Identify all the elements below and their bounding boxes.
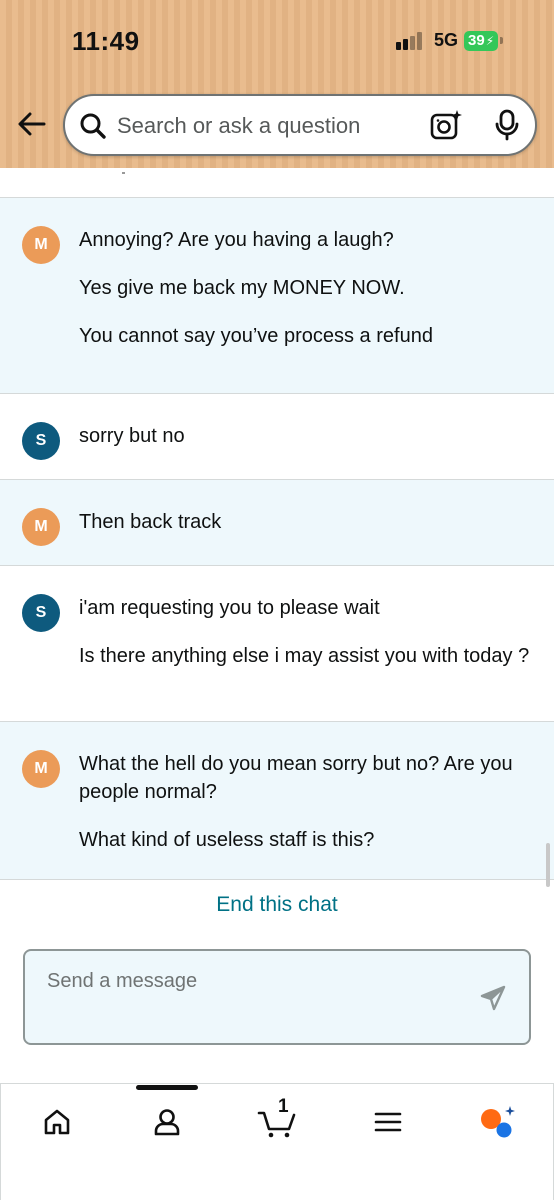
customer-message: M Then back track bbox=[0, 480, 554, 566]
agent-message: S sorry but no bbox=[0, 394, 554, 480]
cart-icon bbox=[257, 1111, 296, 1138]
search-bar[interactable] bbox=[63, 94, 537, 156]
hamburger-menu-icon bbox=[374, 1112, 402, 1132]
search-input[interactable] bbox=[117, 110, 417, 142]
battery-level: 39 bbox=[468, 32, 485, 49]
status-time: 11:49 bbox=[72, 26, 140, 56]
nav-home[interactable] bbox=[37, 1102, 77, 1142]
message-body: Then back track bbox=[79, 508, 530, 565]
nav-menu[interactable] bbox=[368, 1102, 408, 1142]
network-type: 5G bbox=[434, 30, 459, 50]
home-icon bbox=[44, 1109, 70, 1135]
message-input[interactable] bbox=[47, 967, 467, 995]
status-indicators: 5G 39 ⚡ bbox=[396, 30, 504, 51]
person-icon bbox=[154, 1109, 180, 1136]
message-body: What the hell do you mean sorry but no? … bbox=[79, 750, 530, 879]
app-header: 11:49 5G 39 ⚡ bbox=[0, 0, 554, 168]
message-text: What kind of useless staff is this? bbox=[79, 829, 375, 851]
battery-cap bbox=[500, 37, 504, 44]
message-text: sorry but no bbox=[79, 425, 185, 447]
microphone-icon[interactable] bbox=[493, 109, 521, 141]
message-text: Is there anything else i may assist you … bbox=[79, 645, 530, 667]
message-body: sorry but no bbox=[79, 422, 530, 479]
message-text: Then back track bbox=[79, 511, 222, 533]
message-text: Yes give me back my MONEY NOW. bbox=[79, 277, 405, 299]
bottom-nav: 1 bbox=[0, 1083, 554, 1200]
agent-avatar: S bbox=[22, 594, 60, 632]
nav-cart[interactable]: 1 bbox=[257, 1096, 297, 1142]
message-text: i'am requesting you to please wait bbox=[79, 597, 380, 619]
camera-lens-icon[interactable] bbox=[429, 108, 463, 142]
message-composer[interactable] bbox=[23, 949, 531, 1045]
send-icon[interactable] bbox=[479, 984, 507, 1012]
nav-rufus[interactable] bbox=[477, 1102, 517, 1142]
message-text: What the hell do you mean sorry but no? … bbox=[79, 753, 513, 803]
charging-bolt-icon: ⚡ bbox=[485, 33, 495, 48]
customer-avatar: M bbox=[22, 226, 60, 264]
customer-message: M Annoying? Are you having a laugh? Yes … bbox=[0, 198, 554, 394]
end-chat-link[interactable]: End this chat bbox=[0, 893, 554, 917]
back-arrow-icon[interactable] bbox=[16, 108, 48, 140]
agent-avatar: S bbox=[22, 422, 60, 460]
battery-indicator: 39 ⚡ bbox=[464, 30, 499, 51]
message-text: Annoying? Are you having a laugh? bbox=[79, 229, 394, 251]
cart-count-badge: 1 bbox=[278, 1096, 289, 1117]
message-body: Annoying? Are you having a laugh? Yes gi… bbox=[79, 226, 530, 393]
message-text: You cannot say you’ve process a refund bbox=[79, 325, 433, 347]
nav-account[interactable] bbox=[147, 1102, 187, 1142]
scrollbar[interactable] bbox=[546, 843, 550, 887]
customer-message: M What the hell do you mean sorry but no… bbox=[0, 722, 554, 880]
home-indicator bbox=[136, 1085, 198, 1090]
rufus-assistant-icon bbox=[481, 1106, 515, 1138]
message-body: i'am requesting you to please wait Is th… bbox=[79, 594, 530, 721]
chat-transcript[interactable]: M Annoying? Are you having a laugh? Yes … bbox=[0, 168, 554, 882]
customer-avatar: M bbox=[22, 508, 60, 546]
clipped-message-edge bbox=[0, 168, 554, 198]
signal-strength-icon bbox=[396, 31, 422, 50]
customer-avatar: M bbox=[22, 750, 60, 788]
agent-message: S i'am requesting you to please wait Is … bbox=[0, 566, 554, 722]
search-icon bbox=[80, 113, 106, 139]
